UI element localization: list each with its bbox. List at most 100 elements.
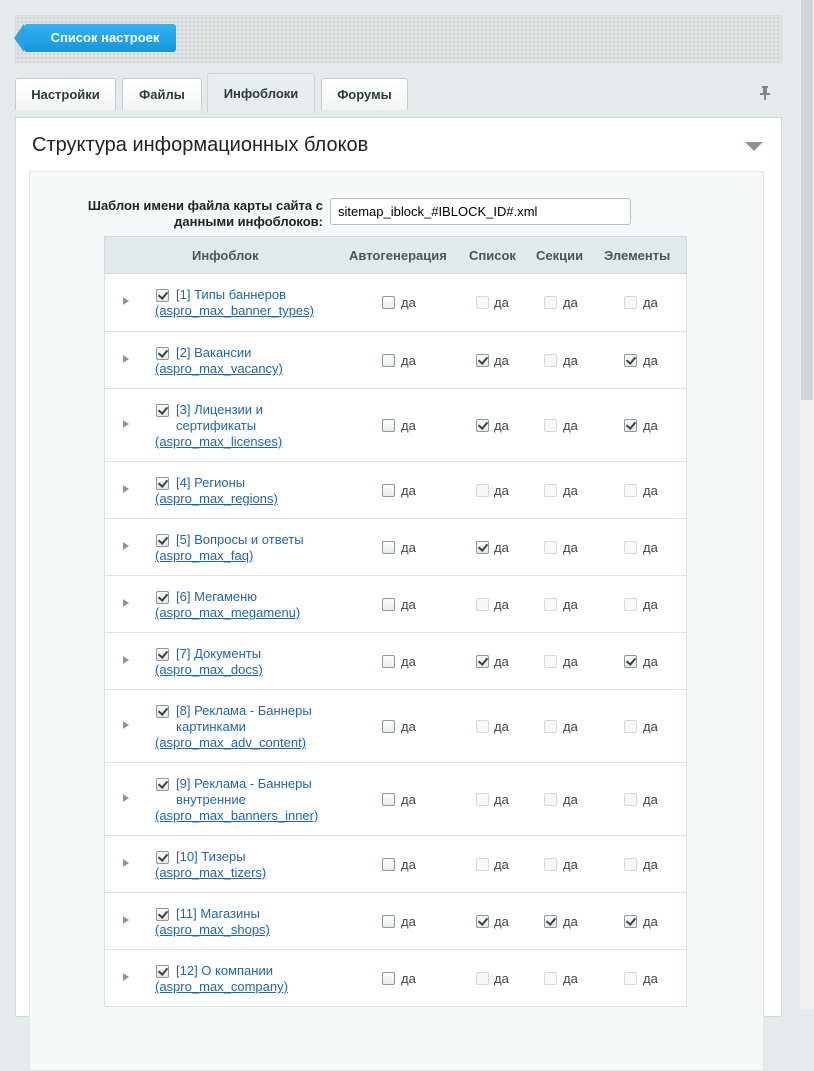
elements-checkbox[interactable]: [624, 914, 637, 928]
iblock-link[interactable]: [12] О компании (aspro_max_company): [155, 963, 288, 994]
autogen-checkbox[interactable]: [382, 654, 395, 668]
elements-checkbox[interactable]: [624, 540, 637, 554]
autogen-checkbox[interactable]: [382, 483, 395, 497]
autogen-checkbox[interactable]: [382, 296, 395, 309]
autogen-checkbox[interactable]: [382, 353, 395, 367]
tab-iblocks[interactable]: Инфоблоки: [207, 73, 315, 113]
iblock-title[interactable]: [8] Реклама - Баннеры картинками: [155, 703, 326, 735]
list-checkbox[interactable]: [476, 483, 489, 497]
iblock-code[interactable]: (aspro_max_licenses): [155, 434, 282, 449]
sections-checkbox[interactable]: [544, 971, 557, 985]
iblock-link[interactable]: [9] Реклама - Баннеры внутренние (aspro_m…: [155, 776, 326, 823]
iblock-code[interactable]: (aspro_max_faq): [155, 548, 253, 563]
iblock-title[interactable]: [10] Тизеры: [155, 849, 246, 865]
iblock-title[interactable]: [5] Вопросы и ответы: [155, 532, 304, 548]
list-checkbox[interactable]: [476, 792, 489, 806]
iblock-link[interactable]: [11] Магазины (aspro_max_shops): [155, 906, 270, 937]
elements-checkbox[interactable]: [624, 483, 637, 497]
iblock-code[interactable]: (aspro_max_company): [155, 979, 288, 994]
iblock-link[interactable]: [1] Типы баннеров (aspro_max_banner_types…: [155, 287, 314, 318]
iblock-title[interactable]: [4] Регионы: [155, 475, 245, 491]
sections-checkbox[interactable]: [544, 418, 557, 432]
expand-arrow-icon[interactable]: [123, 598, 129, 607]
expand-arrow-icon[interactable]: [123, 793, 129, 802]
list-checkbox[interactable]: [476, 597, 489, 611]
tab-files[interactable]: Файлы: [122, 78, 202, 110]
elements-checkbox[interactable]: [624, 654, 637, 668]
tab-settings[interactable]: Настройки: [15, 78, 116, 110]
sections-checkbox[interactable]: [544, 857, 557, 871]
iblock-title[interactable]: [9] Реклама - Баннеры внутренние: [155, 776, 326, 808]
iblock-code[interactable]: (aspro_max_megamenu): [155, 605, 300, 620]
iblock-link[interactable]: [6] Мегаменю (aspro_max_megamenu): [155, 589, 300, 620]
autogen-checkbox[interactable]: [382, 540, 395, 554]
list-checkbox[interactable]: [476, 654, 489, 668]
template-input[interactable]: [330, 198, 631, 225]
iblock-code[interactable]: (aspro_max_regions): [155, 491, 278, 506]
iblock-link[interactable]: [8] Реклама - Баннеры картинками (aspro_m…: [155, 703, 326, 750]
list-checkbox[interactable]: [476, 418, 489, 432]
iblock-title[interactable]: [1] Типы баннеров: [155, 287, 286, 303]
collapse-arrow-icon[interactable]: [745, 142, 763, 151]
list-checkbox[interactable]: [476, 857, 489, 871]
iblock-title[interactable]: [7] Документы: [155, 646, 261, 662]
elements-checkbox[interactable]: [624, 792, 637, 806]
iblock-link[interactable]: [10] Тизеры (aspro_max_tizers): [155, 849, 266, 880]
expand-arrow-icon[interactable]: [123, 858, 129, 867]
expand-arrow-icon[interactable]: [123, 541, 129, 550]
elements-checkbox[interactable]: [624, 719, 637, 733]
iblock-title[interactable]: [11] Магазины: [155, 906, 260, 922]
expand-arrow-icon[interactable]: [123, 720, 129, 729]
iblock-title[interactable]: [2] Вакансии: [155, 345, 251, 361]
elements-checkbox[interactable]: [624, 857, 637, 871]
sections-checkbox[interactable]: [544, 597, 557, 611]
elements-checkbox[interactable]: [624, 971, 637, 985]
iblock-link[interactable]: [5] Вопросы и ответы (aspro_max_faq): [155, 532, 304, 563]
iblock-code[interactable]: (aspro_max_vacancy): [155, 361, 283, 376]
list-checkbox[interactable]: [476, 296, 489, 309]
elements-checkbox[interactable]: [624, 418, 637, 432]
scrollbar-thumb[interactable]: [801, 0, 813, 400]
sections-checkbox[interactable]: [544, 483, 557, 497]
autogen-checkbox[interactable]: [382, 792, 395, 806]
iblock-code[interactable]: (aspro_max_docs): [155, 662, 263, 677]
iblock-code[interactable]: (aspro_max_banner_types): [155, 303, 314, 318]
sections-checkbox[interactable]: [544, 296, 557, 309]
iblock-link[interactable]: [4] Регионы (aspro_max_regions): [155, 475, 278, 506]
sections-checkbox[interactable]: [544, 792, 557, 806]
expand-arrow-icon[interactable]: [123, 915, 129, 924]
settings-list-button[interactable]: Список настроек: [14, 24, 176, 52]
list-checkbox[interactable]: [476, 914, 489, 928]
iblock-title[interactable]: [6] Мегаменю: [155, 589, 257, 605]
iblock-code[interactable]: (aspro_max_tizers): [155, 865, 266, 880]
sections-checkbox[interactable]: [544, 654, 557, 668]
iblock-title[interactable]: [3] Лицензии и сертификаты: [155, 402, 326, 434]
autogen-checkbox[interactable]: [382, 857, 395, 871]
sections-checkbox[interactable]: [544, 353, 557, 367]
iblock-link[interactable]: [2] Вакансии (aspro_max_vacancy): [155, 345, 283, 376]
elements-checkbox[interactable]: [624, 296, 637, 309]
iblock-code[interactable]: (aspro_max_shops): [155, 922, 270, 937]
expand-arrow-icon[interactable]: [123, 354, 129, 363]
tab-forums[interactable]: Форумы: [321, 78, 408, 110]
expand-arrow-icon[interactable]: [123, 419, 129, 428]
iblock-title[interactable]: [12] О компании: [155, 963, 273, 979]
list-checkbox[interactable]: [476, 971, 489, 985]
expand-arrow-icon[interactable]: [123, 655, 129, 664]
sections-checkbox[interactable]: [544, 540, 557, 554]
autogen-checkbox[interactable]: [382, 719, 395, 733]
sections-checkbox[interactable]: [544, 914, 557, 928]
elements-checkbox[interactable]: [624, 353, 637, 367]
iblock-link[interactable]: [7] Документы (aspro_max_docs): [155, 646, 263, 677]
autogen-checkbox[interactable]: [382, 971, 395, 985]
iblock-code[interactable]: (aspro_max_adv_content): [155, 735, 306, 750]
expand-arrow-icon[interactable]: [123, 484, 129, 493]
sections-checkbox[interactable]: [544, 719, 557, 733]
autogen-checkbox[interactable]: [382, 418, 395, 432]
list-checkbox[interactable]: [476, 540, 489, 554]
elements-checkbox[interactable]: [624, 597, 637, 611]
expand-arrow-icon[interactable]: [123, 297, 129, 305]
expand-arrow-icon[interactable]: [123, 972, 129, 981]
list-checkbox[interactable]: [476, 353, 489, 367]
autogen-checkbox[interactable]: [382, 914, 395, 928]
